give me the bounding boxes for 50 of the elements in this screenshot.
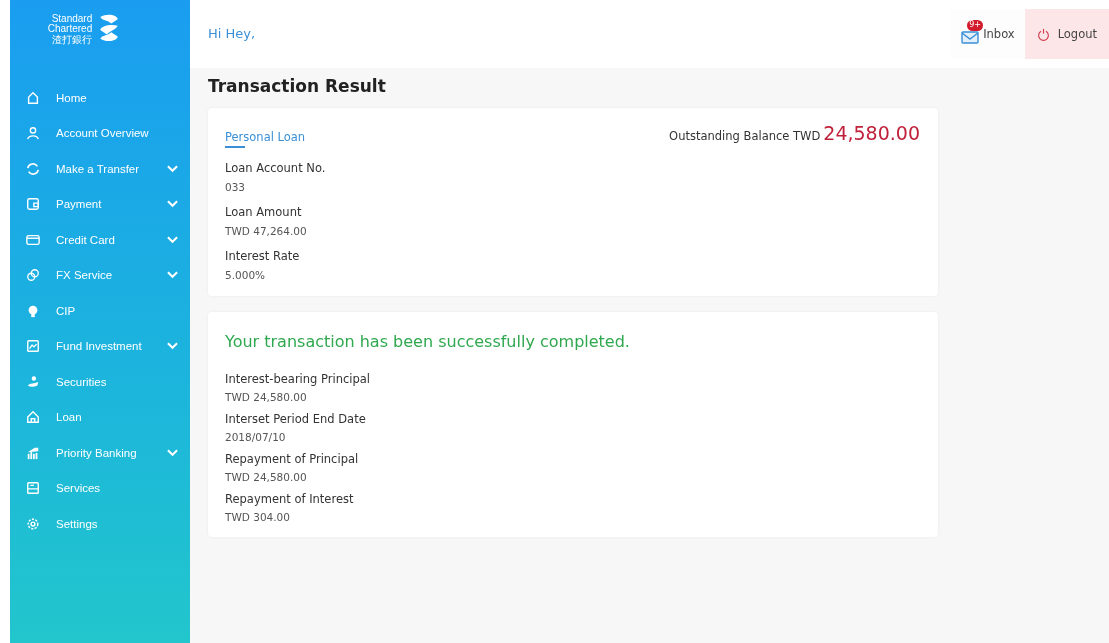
page-title: Transaction Result	[208, 76, 387, 96]
balance-label: Outstanding Balance TWD	[669, 129, 821, 143]
sidebar-item[interactable]: Payment	[10, 186, 190, 222]
greeting-text: Hi Hey,	[208, 26, 256, 41]
bank-logo[interactable]: Standard Chartered 渣打銀行	[0, 0, 190, 80]
sidebar-item[interactable]: Loan	[10, 399, 190, 435]
field-label: Repayment of Principal	[225, 451, 360, 467]
power-icon	[1036, 27, 1050, 41]
success-message: Your transaction has been successfully completed.	[225, 332, 631, 351]
sidebar-item[interactable]: Securities	[10, 364, 190, 400]
logo-text: Standard	[51, 13, 93, 24]
logo-text: Chartered	[47, 23, 93, 34]
field-label: Interest-bearing Principal	[225, 371, 372, 387]
field-value: 2018/07/10	[225, 430, 287, 445]
balance-amount: 24,580.00	[823, 122, 920, 144]
sidebar-item[interactable]: Fund Investment	[10, 328, 190, 364]
wallet-icon	[26, 197, 40, 212]
sidebar-item[interactable]: Account Overview	[10, 115, 190, 151]
monitor-icon	[26, 481, 40, 496]
sidebar-item[interactable]: FX Service	[10, 257, 190, 293]
sidebar-item[interactable]: CIP	[10, 293, 190, 329]
person-icon	[26, 126, 40, 141]
field-value: TWD 24,580.00	[225, 470, 308, 485]
field-value: TWD 304.00	[225, 510, 291, 525]
house-icon	[26, 410, 40, 425]
settings-icon	[26, 516, 40, 531]
field-label: Loan Amount	[225, 204, 303, 220]
logout-button[interactable]: Logout	[1024, 9, 1109, 59]
sidebar-item[interactable]: Priority Banking	[10, 435, 190, 471]
sidebar-item[interactable]: Make a Transfer	[10, 151, 190, 187]
sidebar-item[interactable]: Services	[10, 470, 190, 506]
logo-text: 渣打銀行	[52, 34, 93, 45]
card-icon	[26, 232, 40, 247]
refresh-icon	[26, 161, 40, 176]
field-label: Interest Rate	[225, 248, 301, 264]
home-icon	[26, 90, 40, 105]
field-label: Repayment of Interest	[225, 491, 355, 507]
link-icon	[26, 268, 40, 283]
field-value: 033	[225, 180, 247, 195]
field-label: Loan Account No.	[225, 160, 327, 176]
field-value: TWD 24,580.00	[225, 390, 308, 405]
bar-chart-icon	[26, 445, 40, 460]
field-label: Interset Period End Date	[225, 411, 367, 427]
sidebar-item[interactable]: Credit Card	[10, 222, 190, 258]
sidebar-item[interactable]: Settings	[10, 506, 190, 542]
sidebar-item[interactable]: Home	[10, 80, 190, 116]
envelope-icon	[961, 30, 980, 44]
field-value: TWD 47,264.00	[225, 224, 308, 239]
notification-badge: 9+	[967, 20, 983, 31]
field-value: 5.000%	[225, 268, 267, 283]
